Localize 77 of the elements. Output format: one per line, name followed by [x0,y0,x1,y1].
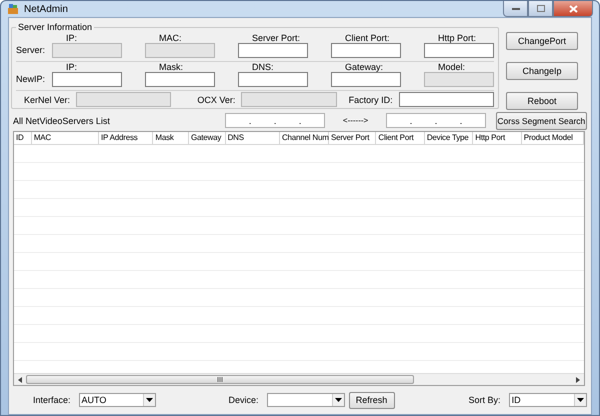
left-arrow-icon[interactable] [18,376,22,382]
ip-field[interactable]: . . . [386,113,486,128]
column-header[interactable]: Mask [153,132,189,144]
right-arrow-icon[interactable] [576,376,580,382]
caret-icon [146,398,153,402]
column-header[interactable]: Channel Num [280,132,329,144]
column-header[interactable]: Client Port [376,132,425,144]
column-header[interactable]: Gateway [188,132,226,144]
field-label: Interface: [33,395,71,405]
column-header[interactable]: DNS [226,132,280,144]
action-button[interactable]: ChangeIp [506,62,578,80]
text-field[interactable] [331,72,401,87]
ip-separator: . [434,116,438,126]
app-icon [7,3,19,15]
text-field[interactable] [52,72,122,87]
column-header[interactable]: IP Address [99,132,154,144]
text-field[interactable] [424,72,494,87]
field-label: Factory ID: [348,94,393,104]
caret-icon [576,398,584,402]
field-label: Mask: [158,62,184,72]
maximize-button[interactable] [528,1,553,17]
field-label: IP: [65,62,78,72]
interface-dropdown[interactable]: AUTO [78,393,156,407]
maximize-icon [536,5,544,12]
field-label: Sort By: [468,395,501,405]
ip-field[interactable]: . . . [225,113,325,128]
field-label: KerNel Ver: [24,94,70,104]
search-button[interactable]: Corss Segment Search [496,112,587,130]
action-button[interactable]: Reboot [506,92,578,110]
field-label: DNS: [251,62,275,72]
text-field[interactable] [145,72,215,87]
column-header[interactable]: Device Type [424,132,474,144]
scroll-thumb[interactable] [26,375,414,384]
window-title: NetAdmin [24,4,69,14]
row-label: Server: [16,45,46,57]
text-field[interactable] [398,92,494,107]
field-label: Device: [228,395,259,405]
sort-dropdown[interactable]: ID [508,393,587,407]
device-dropdown[interactable] [266,393,345,407]
field-label: Model: [437,62,466,72]
action-button[interactable]: ChangePort [506,32,578,50]
close-icon [568,4,578,12]
text-field[interactable] [241,92,337,107]
column-header[interactable]: MAC [32,132,100,144]
text-field[interactable] [238,43,308,58]
column-header[interactable]: Server Port [328,132,376,144]
group-title: Server Information [16,22,94,32]
text-field[interactable] [145,43,215,58]
field-label: Client Port: [344,33,391,43]
minimize-button[interactable] [503,1,528,17]
ip-separator: . [460,116,462,126]
field-label: Server Port: [251,33,302,43]
field-label: OCX Ver: [197,94,236,104]
refresh-button[interactable]: Refresh [348,392,395,408]
text-field[interactable] [331,43,401,58]
text-field[interactable] [424,43,494,58]
field-label: MAC: [158,33,182,43]
text-field[interactable] [238,72,308,87]
horizontal-scrollbar[interactable] [14,373,584,385]
field-label: Http Port: [437,33,478,43]
caret-icon [334,398,342,402]
range-arrow: <------> [342,116,370,125]
ip-separator: . [410,116,412,126]
text-field[interactable] [52,43,122,58]
row-label: NewIP: [16,74,46,86]
column-header[interactable]: Http Port [473,132,522,144]
field-label: Gateway: [344,62,384,72]
close-button[interactable] [553,1,593,17]
ip-separator: . [298,116,302,126]
column-header[interactable]: ID [14,132,32,144]
minimize-icon [512,7,520,10]
field-label: IP: [65,33,78,43]
list-title: All NetVideoServers List [13,116,111,126]
ip-separator: . [274,116,276,126]
text-field[interactable] [76,92,172,107]
column-header[interactable]: Product Model [522,132,584,144]
ip-separator: . [248,116,252,126]
